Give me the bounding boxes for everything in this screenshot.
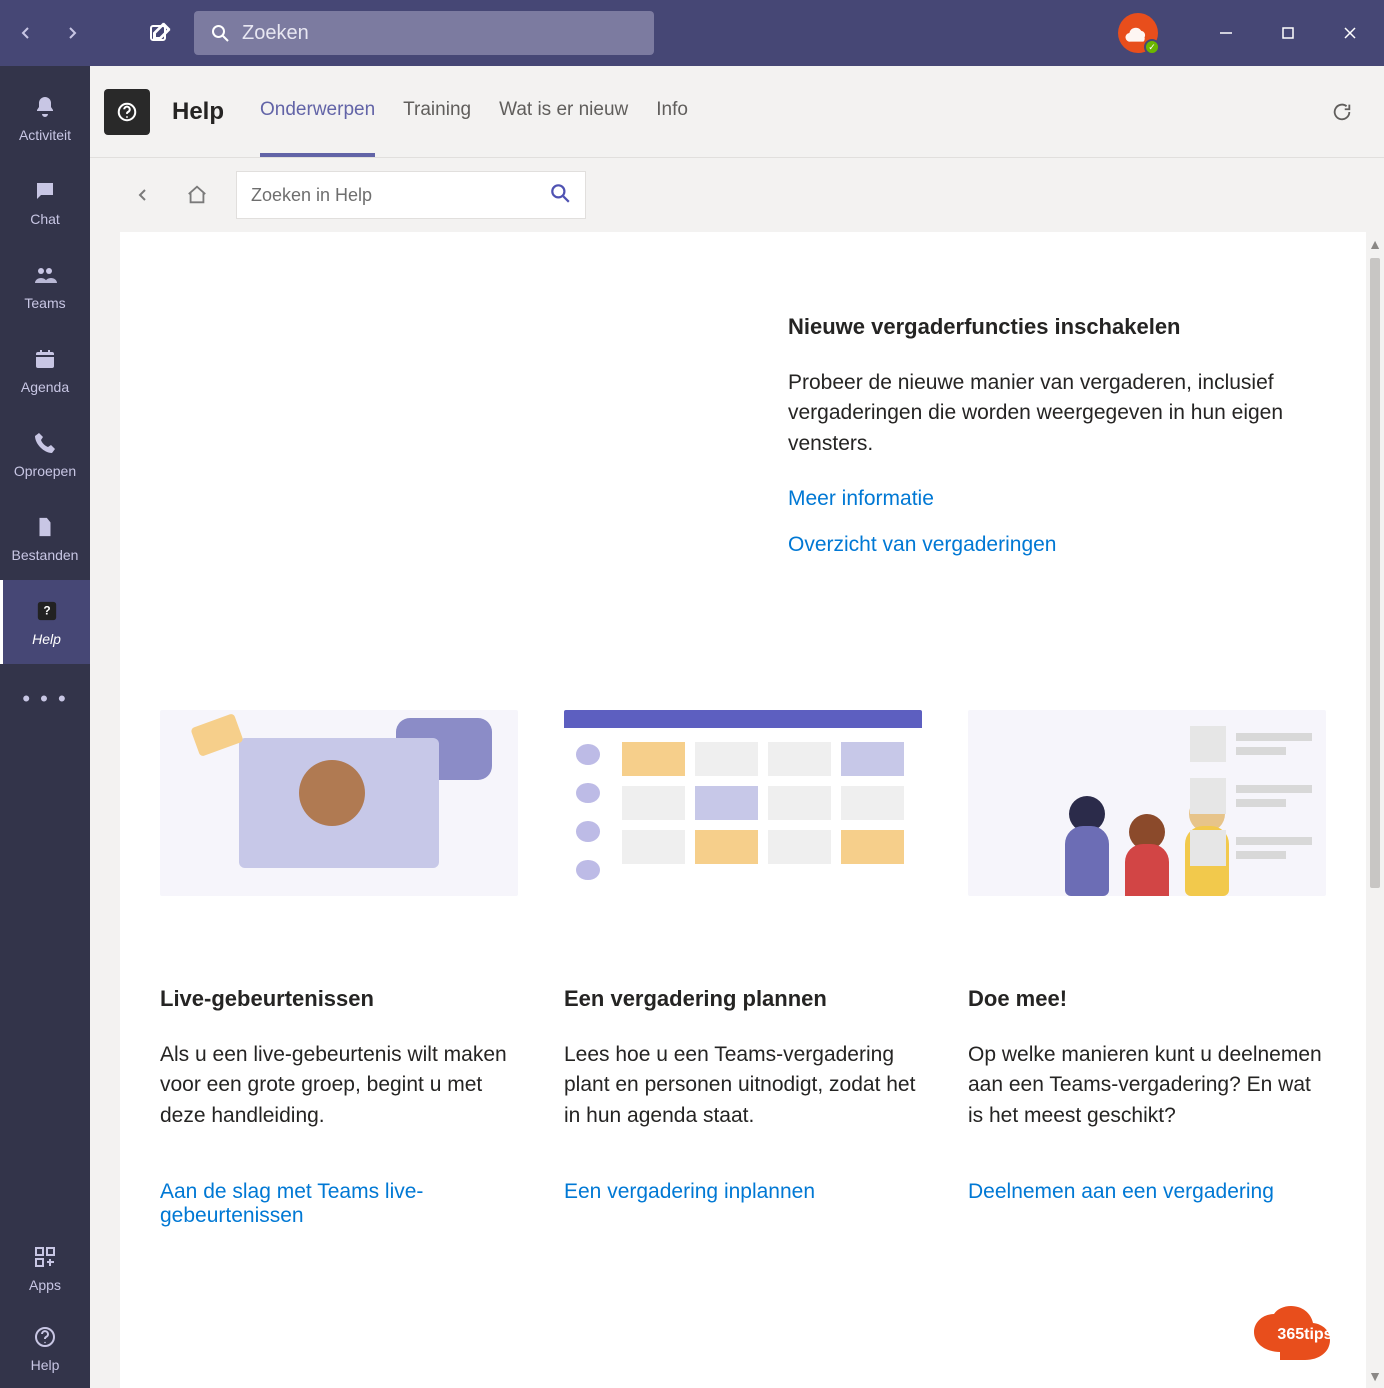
help-search-input[interactable] [251,185,549,206]
card-title: Een vergadering plannen [564,986,922,1012]
card-illustration [160,710,518,896]
rail-item-apps[interactable]: Apps [0,1228,90,1308]
rail-label: Agenda [21,379,69,395]
card-join-meeting: Doe mee! Op welke manieren kunt u deelne… [968,710,1326,1250]
rail-item-files[interactable]: Bestanden [0,496,90,580]
scrollbar[interactable]: ▲ ▼ [1366,232,1384,1388]
feature-body: Probeer de nieuwe manier van vergaderen,… [788,368,1326,459]
tab-whatsnew[interactable]: Wat is er nieuw [499,66,628,157]
content-area: Help Onderwerpen Training Wat is er nieu… [90,66,1384,1388]
nav-back-button[interactable] [12,19,40,47]
titlebar: ✓ [0,0,1384,66]
calendar-icon [31,345,59,373]
help-badge-icon [104,89,150,135]
card-body: Op welke manieren kunt u deelnemen aan e… [968,1040,1326,1152]
rail-label: Apps [29,1277,61,1293]
rail-item-activity[interactable]: Activiteit [0,76,90,160]
rail-label: Teams [24,295,65,311]
apps-icon [31,1243,59,1271]
rail-item-help[interactable]: ? Help [0,580,90,664]
account-avatar[interactable]: ✓ [1118,13,1158,53]
rail-item-help-bottom[interactable]: Help [0,1308,90,1388]
phone-icon [31,429,59,457]
card-title: Doe mee! [968,986,1326,1012]
help-circle-icon [31,1323,59,1351]
tab-topics[interactable]: Onderwerpen [260,66,375,157]
card-illustration [564,710,922,896]
feature-new-meeting: Nieuwe vergaderfuncties inschakelen Prob… [160,314,1326,614]
chat-icon [31,177,59,205]
compose-button[interactable] [144,17,176,49]
subheader [90,158,1384,232]
rail-label: Help [31,1357,60,1373]
card-title: Live-gebeurtenissen [160,986,518,1012]
presence-available-icon: ✓ [1144,39,1160,55]
svg-text:?: ? [43,604,50,618]
window-close-button[interactable] [1328,17,1372,49]
global-search-input[interactable] [242,22,638,45]
tab-info[interactable]: Info [656,66,688,157]
card-live-events: Live-gebeurtenissen Als u een live-gebeu… [160,710,518,1250]
teams-icon [31,261,59,289]
card-link[interactable]: Deelnemen aan een vergadering [968,1180,1326,1204]
rail-label: Help [32,631,61,647]
help-home-button[interactable] [182,180,212,210]
tabbar: Onderwerpen Training Wat is er nieuw Inf… [260,66,688,157]
rail-item-agenda[interactable]: Agenda [0,328,90,412]
app-rail: Activiteit Chat Teams Agenda Oproepen [0,66,90,1388]
card-plan-meeting: Een vergadering plannen Lees hoe u een T… [564,710,922,1250]
feature-link-more[interactable]: Meer informatie [788,487,1326,511]
rail-item-calls[interactable]: Oproepen [0,412,90,496]
rail-label: Bestanden [12,547,79,563]
card-link[interactable]: Aan de slag met Teams live-gebeurtenisse… [160,1180,518,1228]
brand-badge[interactable]: 365tips [1250,1306,1360,1360]
bell-icon [31,93,59,121]
help-back-button[interactable] [128,180,158,210]
help-icon: ? [33,597,61,625]
help-search[interactable] [236,171,586,219]
svg-text:365tips: 365tips [1277,1326,1332,1343]
window-maximize-button[interactable] [1266,17,1310,49]
scrollbar-thumb[interactable] [1370,258,1380,888]
global-search[interactable] [194,11,654,55]
card-illustration [968,710,1326,896]
rail-more-button[interactable]: • • • [0,664,90,734]
rail-item-chat[interactable]: Chat [0,160,90,244]
nav-forward-button[interactable] [58,19,86,47]
help-content-scroll: Nieuwe vergaderfuncties inschakelen Prob… [120,232,1366,1388]
window-minimize-button[interactable] [1204,17,1248,49]
card-body: Lees hoe u een Teams-vergadering plant e… [564,1040,922,1152]
page-title: Help [172,98,224,126]
rail-item-teams[interactable]: Teams [0,244,90,328]
card-body: Als u een live-gebeurtenis wilt maken vo… [160,1040,518,1152]
rail-label: Chat [30,211,60,227]
help-cards-row: Live-gebeurtenissen Als u een live-gebeu… [160,710,1326,1250]
feature-illustration [160,314,740,614]
search-icon [210,23,230,43]
feature-title: Nieuwe vergaderfuncties inschakelen [788,314,1326,340]
rail-label: Oproepen [14,463,76,479]
page-header: Help Onderwerpen Training Wat is er nieu… [90,66,1384,158]
file-icon [31,513,59,541]
refresh-button[interactable] [1328,98,1356,126]
rail-label: Activiteit [19,127,71,143]
feature-link-overview[interactable]: Overzicht van vergaderingen [788,533,1326,557]
scroll-down-icon[interactable]: ▼ [1368,1364,1382,1388]
search-icon [549,182,571,209]
scroll-up-icon[interactable]: ▲ [1368,232,1382,256]
card-link[interactable]: Een vergadering inplannen [564,1180,922,1204]
tab-training[interactable]: Training [403,66,471,157]
